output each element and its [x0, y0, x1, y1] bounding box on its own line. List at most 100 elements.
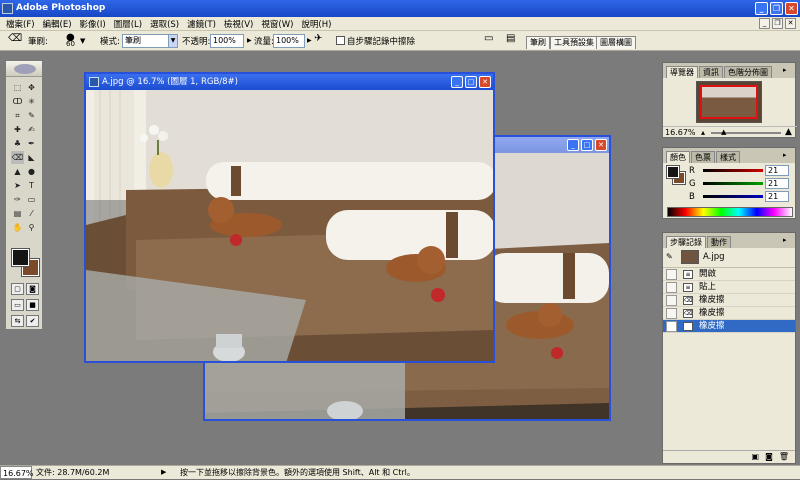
mode-select[interactable]: 筆刷 ▼ [122, 34, 178, 48]
doc-back-maximize-icon[interactable]: □ [581, 139, 593, 151]
channel-b-value[interactable]: 21 [765, 191, 789, 202]
flow-field[interactable]: 100% [273, 34, 305, 48]
healing-brush-tool-icon[interactable]: ✚ [11, 123, 24, 136]
shape-tool-icon[interactable]: ▭ [25, 193, 38, 206]
status-info-arrow-icon[interactable]: ▶ [161, 466, 166, 479]
history-source-checkbox[interactable] [666, 321, 677, 332]
toolbox-header[interactable] [6, 61, 42, 77]
tab-color[interactable]: 顏色 [666, 151, 690, 163]
clone-stamp-tool-icon[interactable]: ♣ [11, 137, 24, 150]
jump-to-imageready-icon[interactable]: ⇆ [11, 315, 24, 327]
menu-edit[interactable]: 編輯(E) [43, 18, 72, 30]
eraser-tool-icon-toolbox[interactable]: ⌫ [11, 151, 24, 164]
history-source-checkbox[interactable] [666, 269, 677, 280]
tab-histogram[interactable]: 色階分佈圖 [724, 66, 772, 78]
file-browser-icon[interactable]: ▭ [484, 33, 493, 44]
brush-tool-icon[interactable]: ✍ [25, 123, 38, 136]
document-front-titlebar[interactable]: A.jpg @ 16.7% (圖層 1, RGB/8#) _ □ ✕ [86, 74, 493, 90]
tab-actions[interactable]: 動作 [707, 236, 731, 248]
well-tab-layer-comps[interactable]: 圖層構圖 [596, 36, 636, 49]
channel-r-value[interactable]: 21 [765, 165, 789, 176]
slice-tool-icon[interactable]: ✎ [25, 109, 38, 122]
zoom-out-icon[interactable]: ▴ [701, 128, 705, 137]
navigator-zoom[interactable]: 16.67% [665, 128, 696, 137]
menu-filter[interactable]: 濾鏡(T) [187, 18, 216, 30]
tab-info[interactable]: 資訊 [699, 66, 723, 78]
create-snapshot-icon[interactable]: ◙ [765, 451, 773, 463]
airbrush-icon[interactable]: ✈ [314, 33, 322, 44]
eraser-tool-icon[interactable]: ⌫ [8, 33, 22, 44]
history-item-paste[interactable]: ≡ 貼上 [663, 281, 795, 294]
new-document-from-state-icon[interactable]: ▣ [752, 451, 760, 463]
minimize-icon[interactable]: _ [755, 2, 768, 15]
history-snapshot[interactable]: ✎ A.jpg [663, 248, 795, 268]
well-tab-tool-presets[interactable]: 工具預設集 [550, 36, 598, 49]
quick-mask-mode-icon[interactable]: ◙ [26, 283, 39, 295]
lasso-tool-icon[interactable]: ↀ [11, 95, 24, 108]
hand-tool-icon[interactable]: ✋ [11, 221, 24, 234]
menu-help[interactable]: 說明(H) [301, 18, 331, 30]
close-icon[interactable]: ✕ [785, 2, 798, 15]
menu-window[interactable]: 視窗(W) [261, 18, 293, 30]
path-selection-tool-icon[interactable]: ➤ [11, 179, 24, 192]
menu-image[interactable]: 影像(I) [80, 18, 106, 30]
document-front-canvas[interactable] [86, 90, 493, 361]
pen-tool-icon[interactable]: ✑ [11, 193, 24, 206]
brush-dropdown-icon[interactable]: ▼ [80, 37, 85, 45]
menu-file[interactable]: 檔案(F) [6, 18, 35, 30]
erase-history-checkbox[interactable] [336, 36, 345, 45]
doc-restore-icon[interactable]: ❐ [772, 18, 783, 29]
history-panel-menu-icon[interactable]: ▸ [783, 236, 792, 245]
document-window-front[interactable]: A.jpg @ 16.7% (圖層 1, RGB/8#) _ □ ✕ [84, 72, 495, 363]
menu-layer[interactable]: 圖層(L) [114, 18, 142, 30]
status-zoom[interactable]: 16.67% [0, 466, 34, 479]
imageready-icon[interactable]: ✔ [26, 315, 39, 327]
doc-front-close-icon[interactable]: ✕ [479, 76, 491, 88]
history-item-eraser-selected[interactable]: ⌫ 橡皮擦 [663, 320, 795, 333]
notes-tool-icon[interactable]: ▤ [11, 207, 24, 220]
eyedropper-tool-icon[interactable]: ⁄ [25, 207, 38, 220]
tab-navigator[interactable]: 導覽器 [666, 66, 698, 78]
channel-r-slider[interactable] [703, 169, 763, 172]
opacity-field[interactable]: 100% [210, 34, 244, 48]
doc-minimize-icon[interactable]: _ [759, 18, 770, 29]
doc-close-icon[interactable]: ✕ [785, 18, 796, 29]
history-item-eraser[interactable]: ⌫ 橡皮擦 [663, 307, 795, 320]
navigator-view-box[interactable] [700, 85, 758, 119]
tab-swatches[interactable]: 色票 [691, 151, 715, 163]
doc-back-minimize-icon[interactable]: _ [567, 139, 579, 151]
doc-front-maximize-icon[interactable]: □ [465, 76, 477, 88]
history-brush-source-icon[interactable]: ✎ [666, 252, 673, 261]
menu-view[interactable]: 檢視(V) [224, 18, 253, 30]
history-item-open[interactable]: ≡ 開啟 [663, 268, 795, 281]
screen-mode-standard-icon[interactable]: ▭ [11, 299, 24, 311]
opacity-arrow-icon[interactable]: ▶ [247, 37, 252, 44]
dodge-tool-icon[interactable]: ● [25, 165, 38, 178]
well-tab-brushes[interactable]: 筆刷 [526, 36, 550, 49]
color-panel-fg-swatch[interactable] [666, 165, 680, 179]
zoom-in-icon[interactable]: ▲ [785, 127, 792, 137]
history-source-checkbox[interactable] [666, 282, 677, 293]
history-source-checkbox[interactable] [666, 295, 677, 306]
blur-tool-icon[interactable]: ▲ [11, 165, 24, 178]
panel-menu-icon[interactable]: ▸ [783, 66, 792, 75]
palette-well-icon[interactable]: ▤ [506, 33, 515, 44]
channel-g-slider[interactable] [703, 182, 763, 185]
flow-arrow-icon[interactable]: ▶ [307, 37, 312, 44]
history-item-eraser[interactable]: ⌫ 橡皮擦 [663, 294, 795, 307]
color-spectrum-bar[interactable] [667, 207, 793, 217]
channel-g-value[interactable]: 21 [765, 178, 789, 189]
tab-history[interactable]: 步驟記錄 [666, 236, 706, 248]
zoom-slider-thumb[interactable]: ▲ [721, 128, 726, 136]
delete-state-icon[interactable]: 🗑 [779, 451, 789, 463]
move-tool-icon[interactable]: ✥ [25, 81, 38, 94]
adobe-online-icon[interactable] [14, 64, 36, 74]
menu-select[interactable]: 選取(S) [150, 18, 179, 30]
tab-styles[interactable]: 樣式 [716, 151, 740, 163]
screen-mode-full-icon[interactable]: ■ [26, 299, 39, 311]
type-tool-icon[interactable]: T [25, 179, 38, 192]
standard-mode-icon[interactable]: ▢ [11, 283, 24, 295]
history-source-checkbox[interactable] [666, 308, 677, 319]
zoom-tool-icon[interactable]: ⚲ [25, 221, 38, 234]
marquee-tool-icon[interactable]: ⬚ [11, 81, 24, 94]
